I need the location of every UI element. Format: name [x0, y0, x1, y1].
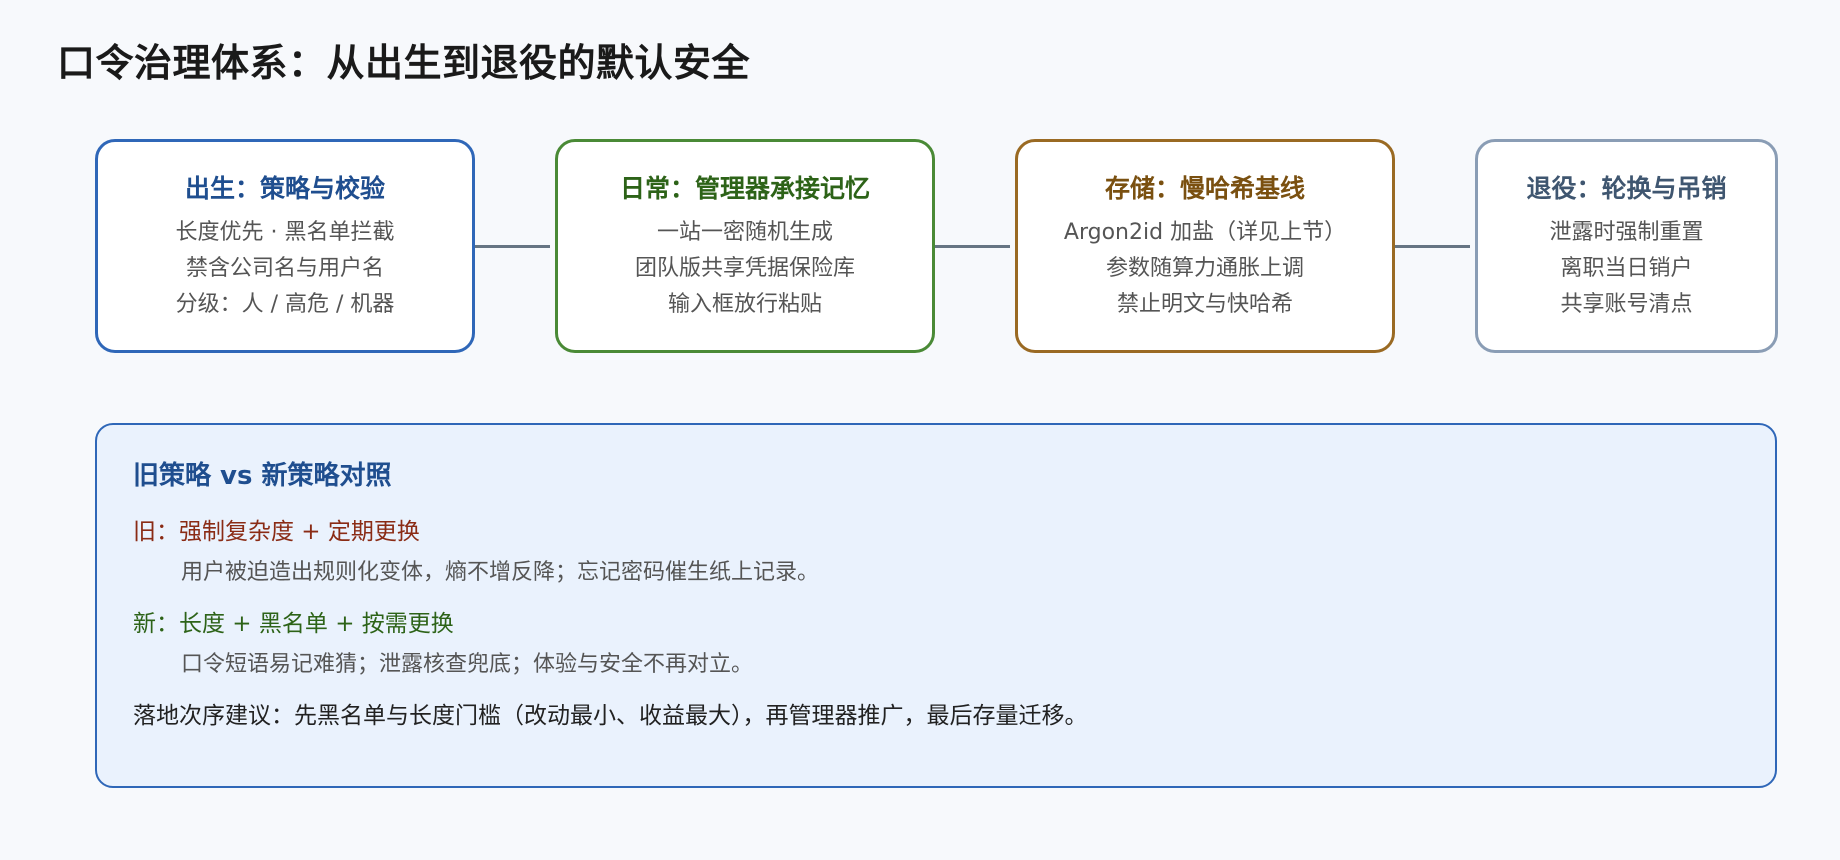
stage-title: 退役：轮换与吊销: [1526, 174, 1727, 203]
page-title: 口令治理体系：从出生到退役的默认安全: [57, 41, 751, 85]
stage-storage: 存储：慢哈希基线 Argon2id 加盐（详见上节） 参数随算力通胀上调 禁止明…: [1015, 139, 1395, 353]
stage-birth: 出生：策略与校验 长度优先 · 黑名单拦截 禁含公司名与用户名 分级：人 / 高…: [95, 139, 475, 353]
stage-line: 团队版共享凭据保险库: [634, 256, 855, 281]
stage-line: 禁止明文与快哈希: [1116, 292, 1293, 317]
stage-title: 存储：慢哈希基线: [1104, 174, 1305, 203]
stage-line: 禁含公司名与用户名: [185, 256, 384, 281]
stage-line: 泄露时强制重置: [1549, 220, 1704, 245]
lifecycle-flow: 出生：策略与校验 长度优先 · 黑名单拦截 禁含公司名与用户名 分级：人 / 高…: [95, 139, 1778, 357]
stage-line: 参数随算力通胀上调: [1105, 256, 1304, 281]
stage-line: 长度优先 · 黑名单拦截: [175, 220, 395, 245]
stage-line: 分级：人 / 高危 / 机器: [175, 292, 395, 317]
connector-3-4: [1395, 245, 1470, 248]
stage-line: Argon2id 加盐（详见上节）: [1063, 220, 1347, 245]
stage-line: 输入框放行粘贴: [667, 292, 822, 317]
stage-line: 一站一密随机生成: [656, 220, 833, 245]
stage-line: 离职当日销户: [1560, 256, 1693, 281]
stage-title: 出生：策略与校验: [184, 174, 385, 203]
comparison-panel: 旧策略 vs 新策略对照 旧：强制复杂度 + 定期更换 用户被迫造出规则化变体，…: [95, 423, 1777, 788]
new-policy-detail: 口令短语易记难猜；泄露核查兜底；体验与安全不再对立。: [181, 652, 754, 677]
connector-2-3: [935, 245, 1010, 248]
stage-daily: 日常：管理器承接记忆 一站一密随机生成 团队版共享凭据保险库 输入框放行粘贴: [555, 139, 935, 353]
old-policy-label: 旧：强制复杂度 + 定期更换: [133, 519, 420, 545]
old-policy-detail: 用户被迫造出规则化变体，熵不增反降；忘记密码催生纸上记录。: [181, 560, 820, 585]
stage-line: 共享账号清点: [1560, 292, 1693, 317]
connector-1-2: [475, 245, 550, 248]
stage-title: 日常：管理器承接记忆: [619, 174, 870, 203]
new-policy-label: 新：长度 + 黑名单 + 按需更换: [133, 611, 454, 637]
comparison-title: 旧策略 vs 新策略对照: [133, 461, 392, 491]
rollout-advice: 落地次序建议：先黑名单与长度门槛（改动最小、收益最大），再管理器推广，最后存量迁…: [133, 703, 1088, 729]
stage-retire: 退役：轮换与吊销 泄露时强制重置 离职当日销户 共享账号清点: [1475, 139, 1778, 353]
